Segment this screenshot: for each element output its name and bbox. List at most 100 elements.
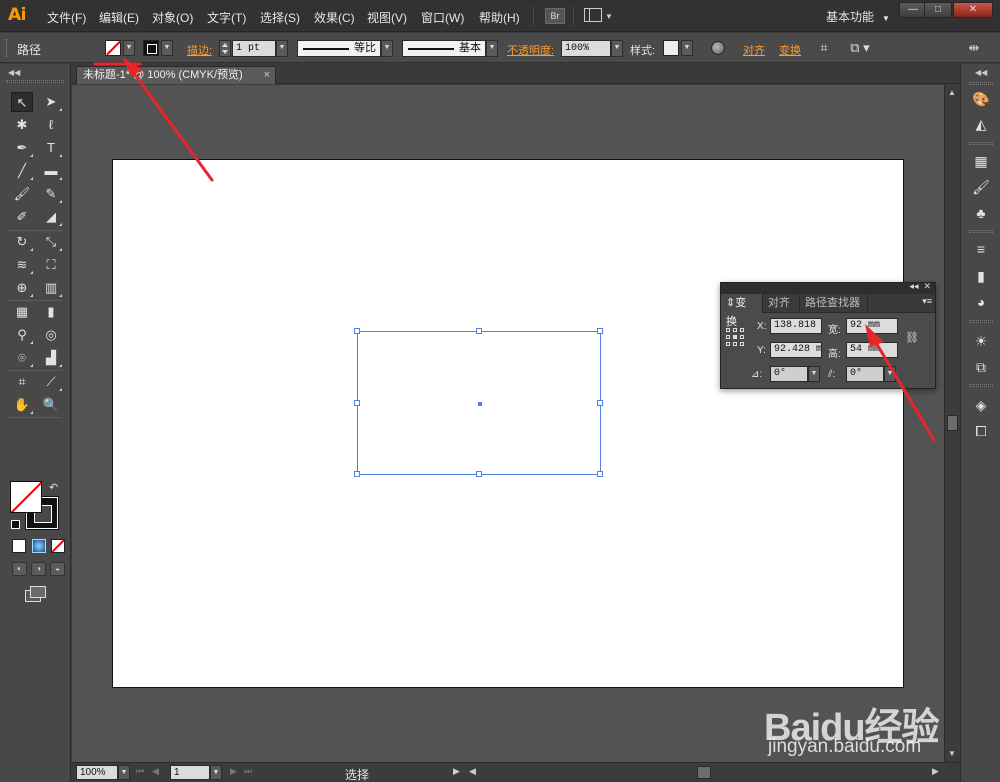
artboard-tool-icon[interactable]: ⌗ <box>11 372 33 392</box>
resize-handle[interactable] <box>354 328 360 334</box>
status-menu-icon[interactable]: ▶ <box>453 766 460 777</box>
previous-artboard-icon[interactable]: ◀ <box>152 766 159 777</box>
draw-normal-icon[interactable]: ◐ <box>12 562 27 576</box>
close-icon[interactable]: × <box>264 67 270 83</box>
panel-menu-icon[interactable]: ⇹ <box>965 40 983 56</box>
brushes-panel-icon[interactable]: 🖌 <box>970 177 992 197</box>
line-tool-icon[interactable]: ╱ <box>11 161 33 181</box>
workspace-switcher[interactable]: 基本功能 ▼ <box>826 8 890 25</box>
panel-collapse-close-icons[interactable]: ◂◂ ✕ <box>909 281 931 292</box>
pencil-tool-icon[interactable]: ✎ <box>40 184 62 204</box>
stroke-panel-icon[interactable]: ≡ <box>970 239 992 259</box>
color-guide-icon[interactable]: ◭ <box>970 114 992 134</box>
rotate-angle-input[interactable]: 0° <box>770 366 808 382</box>
panel-grip[interactable] <box>6 39 9 57</box>
menu-select[interactable]: 选择(S) <box>260 9 300 26</box>
x-input[interactable]: 138.818 <box>770 318 822 334</box>
resize-handle[interactable] <box>597 471 603 477</box>
perspective-grid-tool-icon[interactable]: ▥ <box>40 278 62 298</box>
stroke-panel-link[interactable]: 描边: <box>187 42 212 58</box>
symbol-sprayer-tool-icon[interactable]: ⌾ <box>11 348 33 368</box>
type-tool-icon[interactable]: T <box>40 138 62 158</box>
artboard-dropdown[interactable]: ▼ <box>210 765 222 780</box>
arrange-documents-button[interactable]: ▼ <box>584 8 613 24</box>
panel-header[interactable]: ◂◂ ✕ <box>721 281 935 294</box>
eyedropper-tool-icon[interactable]: ⚲ <box>11 325 33 345</box>
transform-panel-link[interactable]: 变换 <box>779 42 801 58</box>
color-panel-icon[interactable]: 🎨 <box>970 89 992 109</box>
shear-angle-dropdown[interactable]: ▼ <box>884 366 896 382</box>
fill-color-box[interactable] <box>10 481 42 513</box>
reference-point-selector[interactable] <box>726 328 744 346</box>
brush-definition[interactable]: 基本 <box>402 40 486 57</box>
blend-tool-icon[interactable]: ◎ <box>40 325 62 345</box>
width-tool-icon[interactable]: ≋ <box>11 255 33 275</box>
panel-grip[interactable] <box>6 80 64 83</box>
opacity-dropdown[interactable]: ▼ <box>611 40 623 57</box>
last-artboard-icon[interactable]: ⏭ <box>244 766 252 777</box>
menu-object[interactable]: 对象(O) <box>152 9 193 26</box>
shape-builder-tool-icon[interactable]: ⊕ <box>11 278 33 298</box>
rotate-tool-icon[interactable]: ↻ <box>11 232 33 252</box>
shear-angle-input[interactable]: 0° <box>846 366 884 382</box>
fill-swatch[interactable] <box>105 40 121 56</box>
draw-inside-icon[interactable]: ◒ <box>50 562 65 576</box>
menu-view[interactable]: 视图(V) <box>367 9 407 26</box>
resize-handle[interactable] <box>597 328 603 334</box>
resize-handle[interactable] <box>476 328 482 334</box>
menu-file[interactable]: 文件(F) <box>47 9 86 26</box>
direct-selection-tool-icon[interactable]: ➤ <box>40 92 62 112</box>
transparency-panel-icon[interactable]: ◕ <box>970 292 992 312</box>
graphic-style-swatch[interactable] <box>663 40 679 56</box>
free-transform-tool-icon[interactable]: ⛶ <box>40 255 62 275</box>
first-artboard-icon[interactable]: ⏮ <box>136 766 144 777</box>
minimize-button[interactable]: — <box>899 2 927 18</box>
close-button[interactable]: ✕ <box>953 2 993 18</box>
stroke-weight-dropdown[interactable]: ▼ <box>276 40 288 57</box>
align-panel-link[interactable]: 对齐 <box>743 42 765 58</box>
panel-grip[interactable] <box>969 142 993 145</box>
gradient-tool-icon[interactable]: ▮ <box>40 302 62 322</box>
canvas-area[interactable] <box>72 85 944 762</box>
rectangle-tool-icon[interactable]: ▬ <box>40 161 62 181</box>
recolor-artwork-icon[interactable] <box>711 41 725 55</box>
stroke-swatch[interactable] <box>143 40 159 56</box>
column-graph-tool-icon[interactable]: ▟ <box>40 348 62 368</box>
envelope-options-icon[interactable]: ⧉ ▾ <box>845 40 875 56</box>
document-tab[interactable]: 未标题-1* @ 100% (CMYK/预览) × <box>76 66 276 84</box>
paintbrush-tool-icon[interactable]: 🖌 <box>11 184 33 204</box>
scroll-right-icon[interactable]: ▶ <box>932 766 939 777</box>
slice-tool-icon[interactable]: ⟋ <box>40 372 62 392</box>
opacity-panel-link[interactable]: 不透明度: <box>507 42 554 58</box>
default-colors-icon[interactable] <box>11 520 20 529</box>
panel-grip[interactable] <box>969 320 993 323</box>
hand-tool-icon[interactable]: ✋ <box>11 395 33 415</box>
selection-tool-icon[interactable]: ↖ <box>11 92 33 112</box>
width-input[interactable]: 92 mm <box>846 318 898 334</box>
next-artboard-icon[interactable]: ▶ <box>230 766 237 777</box>
scroll-left-icon[interactable]: ◀ <box>469 766 476 777</box>
mesh-tool-icon[interactable]: ▦ <box>11 302 33 322</box>
swap-fill-stroke-icon[interactable]: ↶ <box>49 481 58 494</box>
tab-transform[interactable]: ⇕变换 <box>721 294 763 328</box>
draw-behind-icon[interactable]: ◑ <box>31 562 46 576</box>
appearance-panel-icon[interactable]: ☀ <box>970 331 992 351</box>
tab-align[interactable]: 对齐 <box>763 294 800 313</box>
eraser-tool-icon[interactable]: ◢ <box>40 207 62 227</box>
rotate-angle-dropdown[interactable]: ▼ <box>808 366 820 382</box>
blob-brush-tool-icon[interactable]: ✐ <box>11 207 33 227</box>
artboard[interactable] <box>112 159 904 688</box>
zoom-input[interactable]: 100% <box>76 765 118 780</box>
none-mode-button[interactable] <box>51 539 65 553</box>
gradient-mode-button[interactable] <box>32 539 46 553</box>
style-dropdown[interactable]: ▼ <box>681 40 693 56</box>
fill-dropdown[interactable]: ▼ <box>123 40 135 56</box>
expand-panels-icon[interactable]: ◀◀ <box>975 68 987 77</box>
brush-dropdown[interactable]: ▼ <box>486 40 498 57</box>
zoom-dropdown[interactable]: ▼ <box>118 765 130 780</box>
zoom-tool-icon[interactable]: 🔍 <box>40 395 62 415</box>
stroke-weight-stepper[interactable] <box>219 40 231 57</box>
graphic-styles-panel-icon[interactable]: ⧉ <box>970 357 992 377</box>
maximize-button[interactable]: □ <box>924 2 952 18</box>
color-mode-button[interactable] <box>12 539 26 553</box>
